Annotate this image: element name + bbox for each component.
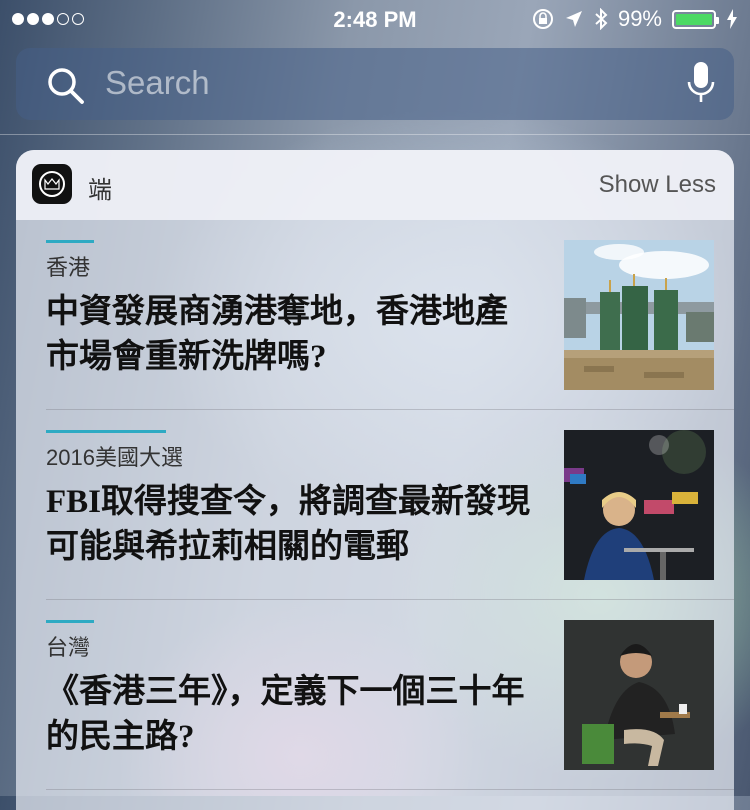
news-item[interactable]: 香港 中資發展商湧港奪地，香港地產市場會重新洗牌嗎? — [46, 240, 716, 430]
battery-fill — [676, 13, 712, 25]
show-less-button[interactable]: Show Less — [599, 171, 716, 199]
article-headline: FBI取得搜查令，將調查最新發現可能與希拉莉相關的電郵 — [46, 484, 531, 565]
category-accent-bar — [46, 430, 166, 433]
app-name: 端 — [88, 177, 112, 204]
search-icon — [48, 68, 84, 104]
divider — [0, 134, 750, 135]
status-icons: 99% — [532, 6, 738, 32]
status-bar: 2:48 PM 99% — [0, 0, 750, 40]
article-category: 2016美國大選 — [46, 445, 183, 470]
article-headline: 中資發展商湧港奪地，香港地產市場會重新洗牌嗎? — [46, 294, 508, 375]
article-headline: 《香港三年》，定義下一個三十年的民主路? — [46, 674, 525, 755]
item-divider — [46, 789, 734, 790]
search-input[interactable]: Search — [105, 64, 210, 102]
bluetooth-icon — [595, 8, 608, 30]
widget-header: 端 Show Less — [16, 150, 734, 220]
item-divider — [46, 599, 734, 600]
article-category: 香港 — [46, 255, 91, 280]
news-item[interactable]: 2016美國大選 FBI取得搜查令，將調查最新發現可能與希拉莉相關的電郵 — [46, 430, 716, 620]
article-thumbnail — [564, 620, 714, 770]
battery-icon — [672, 9, 719, 29]
item-divider — [46, 409, 734, 410]
category-accent-bar — [46, 240, 94, 243]
news-item[interactable]: 台灣 《香港三年》，定義下一個三十年的民主路? — [46, 620, 716, 810]
charging-bolt-icon — [727, 9, 737, 29]
news-widget: 端 Show Less 香港 中資發展商湧港奪地，香港地產市場會重新洗牌嗎? 2… — [16, 150, 734, 810]
article-category: 台灣 — [46, 635, 91, 660]
app-logo-icon[interactable] — [32, 164, 72, 204]
category-accent-bar — [46, 620, 94, 623]
battery-percent: 99% — [617, 6, 662, 31]
search-bar[interactable]: Search — [16, 48, 734, 120]
microphone-icon[interactable] — [686, 60, 716, 106]
article-thumbnail — [564, 240, 714, 390]
article-thumbnail — [564, 430, 714, 580]
rotation-lock-icon — [532, 9, 553, 29]
location-arrow-icon — [565, 11, 582, 27]
